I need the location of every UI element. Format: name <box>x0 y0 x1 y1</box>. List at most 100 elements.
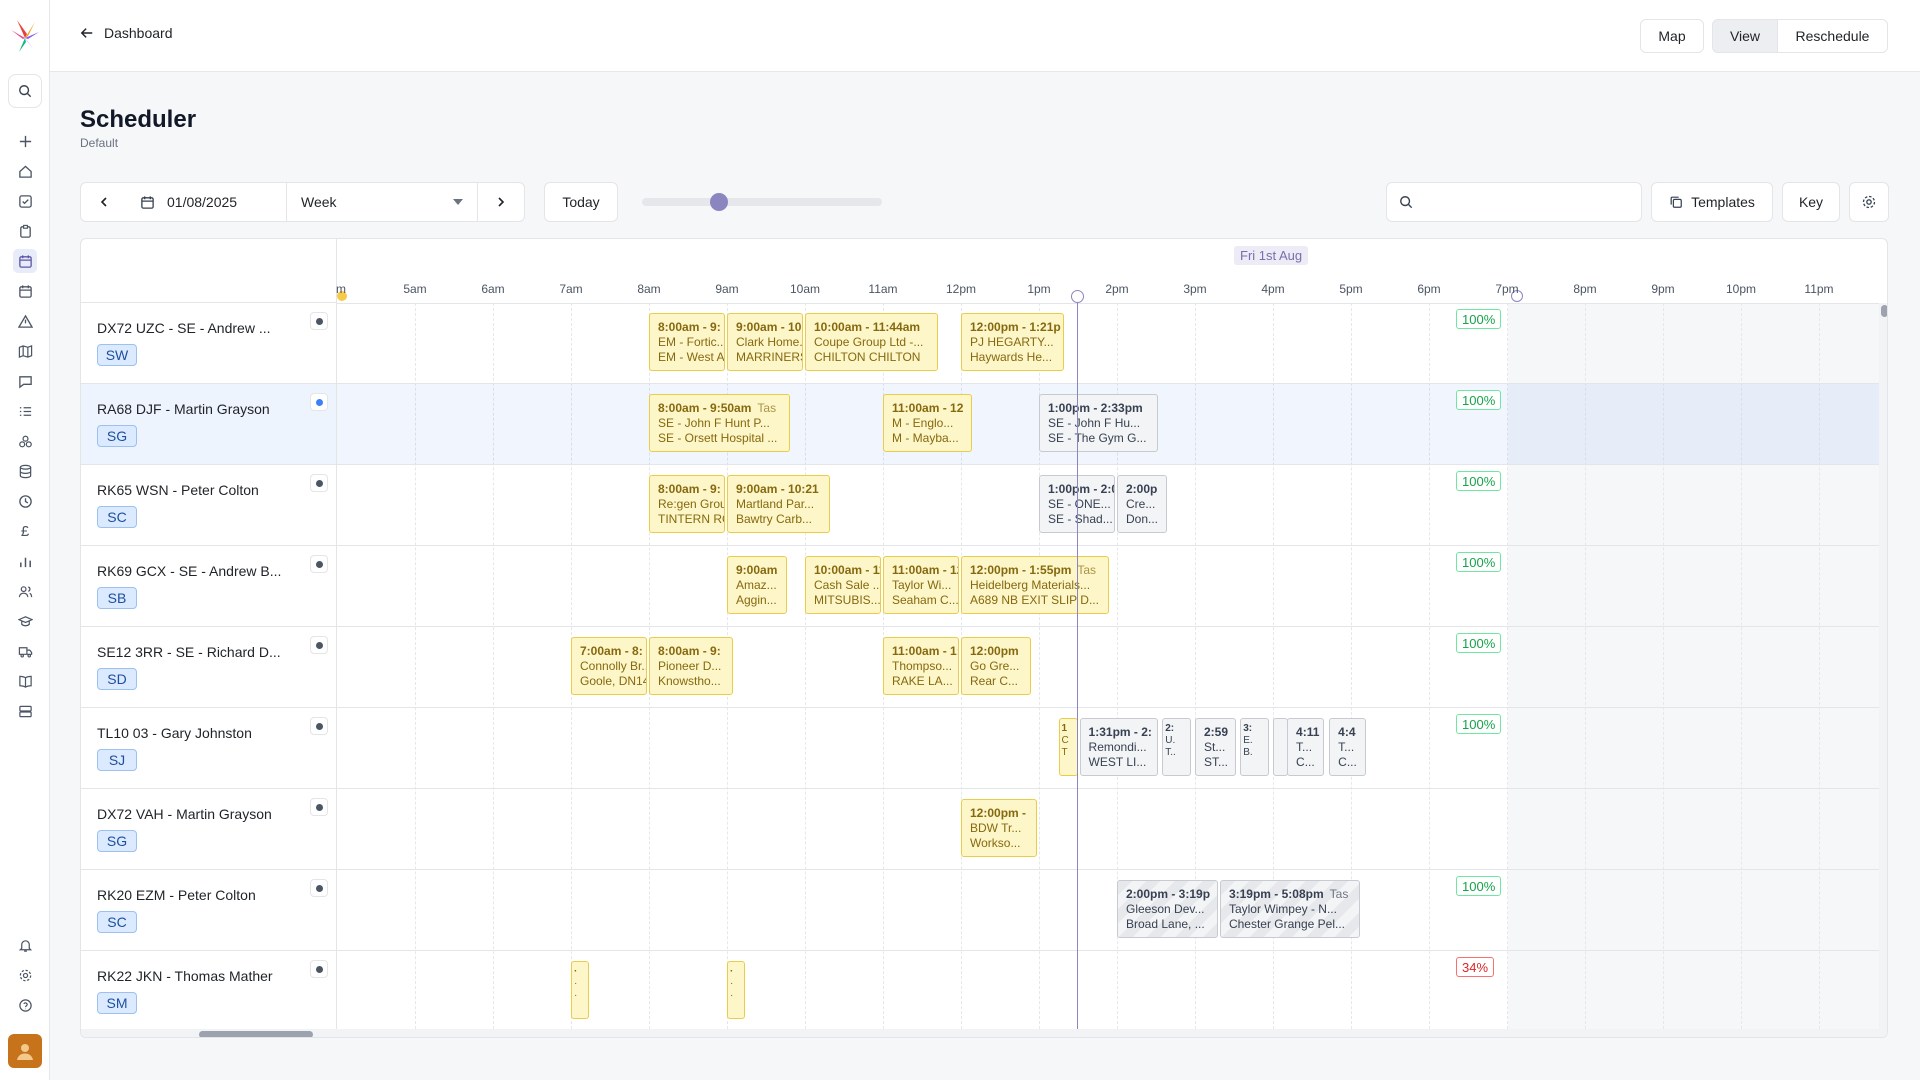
vertical-scroll-thumb[interactable] <box>1881 305 1887 317</box>
timeline-row[interactable]: 100% <box>337 303 1887 384</box>
timeline-row[interactable]: 100% <box>337 627 1887 708</box>
database-icon[interactable] <box>13 459 37 483</box>
job-card[interactable]: 8:00am - 9:Re:gen Grou...TINTERN RO... <box>649 475 725 533</box>
resource-row[interactable]: RK69 GCX - SE - Andrew B... SB <box>81 546 337 627</box>
status-dot-icon[interactable] <box>310 312 328 330</box>
horizontal-scroll-thumb[interactable] <box>199 1031 313 1037</box>
job-card[interactable]: 9:00am - 10 Clark Home... MARRINERS <box>727 313 803 371</box>
bar-chart-icon[interactable] <box>13 549 37 573</box>
view-button[interactable]: View <box>1712 19 1778 53</box>
job-card[interactable]: 11:00am - 1: Thompso... RAKE LA... <box>883 637 959 695</box>
search-icon[interactable] <box>8 74 42 108</box>
warning-icon[interactable] <box>13 309 37 333</box>
job-card[interactable]: 4:4 T... C... <box>1329 718 1367 776</box>
users-icon[interactable] <box>13 579 37 603</box>
job-card[interactable]: 3: E. B. <box>1240 718 1269 776</box>
clock-icon[interactable] <box>13 489 37 513</box>
prev-button[interactable] <box>80 182 127 222</box>
reschedule-button[interactable]: Reschedule <box>1777 19 1888 53</box>
settings-icon[interactable] <box>13 963 37 987</box>
job-card[interactable]: 9:00am - 10:21 Martland Par... Bawtry Carb… <box>727 475 831 533</box>
today-button[interactable]: Today <box>544 182 618 222</box>
home-icon[interactable] <box>13 159 37 183</box>
job-card[interactable]: 9:00am Amaz... Aggin... <box>727 556 788 614</box>
calendar-check-icon[interactable] <box>13 279 37 303</box>
job-card[interactable]: 11:00am - 12 M - Englo... M - Mayba... <box>883 394 973 452</box>
timeline-row[interactable]: 100% <box>337 870 1887 951</box>
help-icon[interactable] <box>13 993 37 1017</box>
resource-row[interactable]: TL10 03 - Gary Johnston SJ <box>81 708 337 789</box>
resource-row[interactable]: RK20 EZM - Peter Colton SC <box>81 870 337 951</box>
vertical-scrollbar[interactable] <box>1879 303 1887 1029</box>
timeline-row[interactable] <box>337 789 1887 870</box>
status-dot-icon[interactable] <box>310 798 328 816</box>
templates-button[interactable]: Templates <box>1651 182 1773 222</box>
next-button[interactable] <box>477 182 525 222</box>
status-dot-icon[interactable] <box>310 717 328 735</box>
job-card[interactable]: 11:00am - 12 Taylor Wi... Seaham C... <box>883 556 959 614</box>
brand-logo[interactable] <box>8 16 42 56</box>
bell-icon[interactable] <box>13 933 37 957</box>
chat-icon[interactable] <box>13 369 37 393</box>
job-card[interactable]: 12:00pm - 1:21p PJ HEGARTY... Haywards He.… <box>961 313 1065 371</box>
settings-button[interactable] <box>1849 182 1889 222</box>
job-card[interactable]: 8:00am - 9: Pioneer D... Knowstho... <box>649 637 733 695</box>
search-input[interactable] <box>1423 194 1623 210</box>
boxes-icon[interactable] <box>13 429 37 453</box>
add-icon[interactable] <box>13 129 37 153</box>
status-dot-icon[interactable] <box>310 960 328 978</box>
timeline-row[interactable]: 34% <box>337 951 1887 1032</box>
job-card[interactable]: 12:00pm - 1:55pm Tas Heidelberg Materials.… <box>961 556 1109 614</box>
zoom-slider[interactable] <box>642 198 882 206</box>
status-dot-icon[interactable] <box>310 555 328 573</box>
status-dot-icon[interactable] <box>310 393 328 411</box>
job-card[interactable]: 10:00am - 11 Cash Sale ... MITSUBIS... <box>805 556 881 614</box>
server-icon[interactable] <box>13 699 37 723</box>
map-icon[interactable] <box>13 339 37 363</box>
horizontal-scrollbar[interactable] <box>81 1029 1887 1037</box>
search-box[interactable] <box>1386 182 1642 222</box>
job-card[interactable]: · · · <box>727 961 745 1019</box>
job-card[interactable]: 2: U. T.. <box>1162 718 1191 776</box>
status-dot-icon[interactable] <box>310 636 328 654</box>
status-dot-icon[interactable] <box>310 474 328 492</box>
user-avatar[interactable] <box>8 1034 42 1068</box>
truck-icon[interactable] <box>13 639 37 663</box>
job-card[interactable]: 8:00am - 9:EM - Fortic...EM - West A... <box>649 313 725 371</box>
range-select[interactable]: Week <box>286 182 478 222</box>
map-button[interactable]: Map <box>1640 19 1704 53</box>
job-card[interactable]: 3:19pm - 5:08pm Tas Taylor Wimpey - N... Ch… <box>1219 880 1360 938</box>
graduation-cap-icon[interactable] <box>13 609 37 633</box>
book-icon[interactable] <box>13 669 37 693</box>
resource-row[interactable]: RK22 JKN - Thomas Mather SM <box>81 951 337 1032</box>
resource-row[interactable]: DX72 VAH - Martin Grayson SG <box>81 789 337 870</box>
date-picker[interactable]: 01/08/2025 <box>126 182 287 222</box>
resource-row[interactable]: DX72 UZC - SE - Andrew ... SW <box>81 303 337 384</box>
job-card[interactable]: 2:59 St... ST... <box>1195 718 1236 776</box>
timeline-row[interactable]: 100% <box>337 546 1887 627</box>
job-card[interactable]: 2:00p Cre... Don... <box>1117 475 1168 533</box>
job-card[interactable]: 1:00pm - 2:33pm SE - John F Hu... SE - The… <box>1039 394 1158 452</box>
resource-row[interactable]: SE12 3RR - SE - Richard D... SD <box>81 627 337 708</box>
pound-icon[interactable]: £ <box>13 519 37 543</box>
checklist-icon[interactable] <box>13 399 37 423</box>
job-card[interactable]: 7:00am - 8: Connolly Br... Goole, DN14 <box>571 637 647 695</box>
status-dot-icon[interactable] <box>310 879 328 897</box>
job-card[interactable]: · · · <box>571 961 589 1019</box>
job-card[interactable]: 12:00pm Go Gre... Rear C... <box>961 637 1031 695</box>
resource-row[interactable]: RA68 DJF - Martin Grayson SG <box>81 384 337 465</box>
job-card[interactable] <box>1273 718 1289 776</box>
key-button[interactable]: Key <box>1782 182 1840 222</box>
tasks-icon[interactable] <box>13 189 37 213</box>
job-card[interactable]: 4:11 T... C... <box>1287 718 1325 776</box>
calendar-icon[interactable] <box>13 249 37 273</box>
job-card[interactable]: 10:00am - 11:44am Coupe Group Ltd -... CHI… <box>805 313 938 371</box>
back-link[interactable]: Dashboard <box>80 25 173 41</box>
job-card[interactable]: 2:00pm - 3:19p Gleeson Dev... Broad Lane, … <box>1117 880 1218 938</box>
job-card[interactable]: 1CT <box>1058 718 1078 776</box>
clipboard-icon[interactable] <box>13 219 37 243</box>
job-card[interactable]: 1:31pm - 2: Remondi... WEST LI... <box>1079 718 1158 776</box>
zoom-slider-handle[interactable] <box>710 193 728 211</box>
job-card[interactable]: 8:00am - 9:50am Tas SE - John F Hunt P... S… <box>649 394 790 452</box>
resource-row[interactable]: RK65 WSN - Peter Colton SC <box>81 465 337 546</box>
